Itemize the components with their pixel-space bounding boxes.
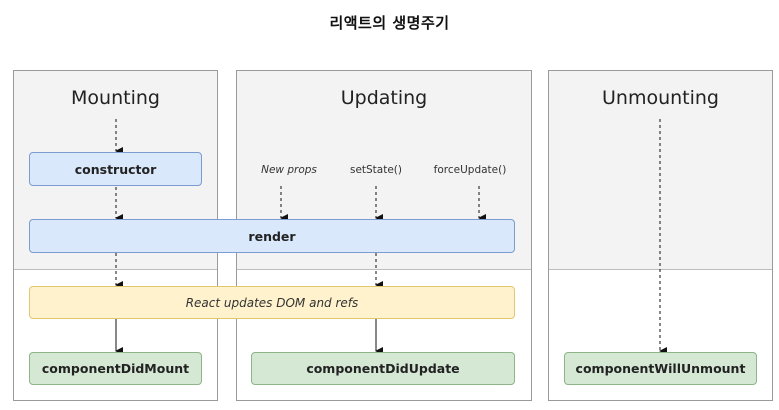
constructor-box: constructor <box>29 152 202 186</box>
did-mount-box: componentDidMount <box>29 352 202 385</box>
render-box: render <box>29 219 515 253</box>
arrows-layer <box>115 119 667 355</box>
will-unmount-box: componentWillUnmount <box>564 352 757 385</box>
did-update-box: componentDidUpdate <box>251 352 515 385</box>
dom-update-box: React updates DOM and refs <box>29 286 515 319</box>
